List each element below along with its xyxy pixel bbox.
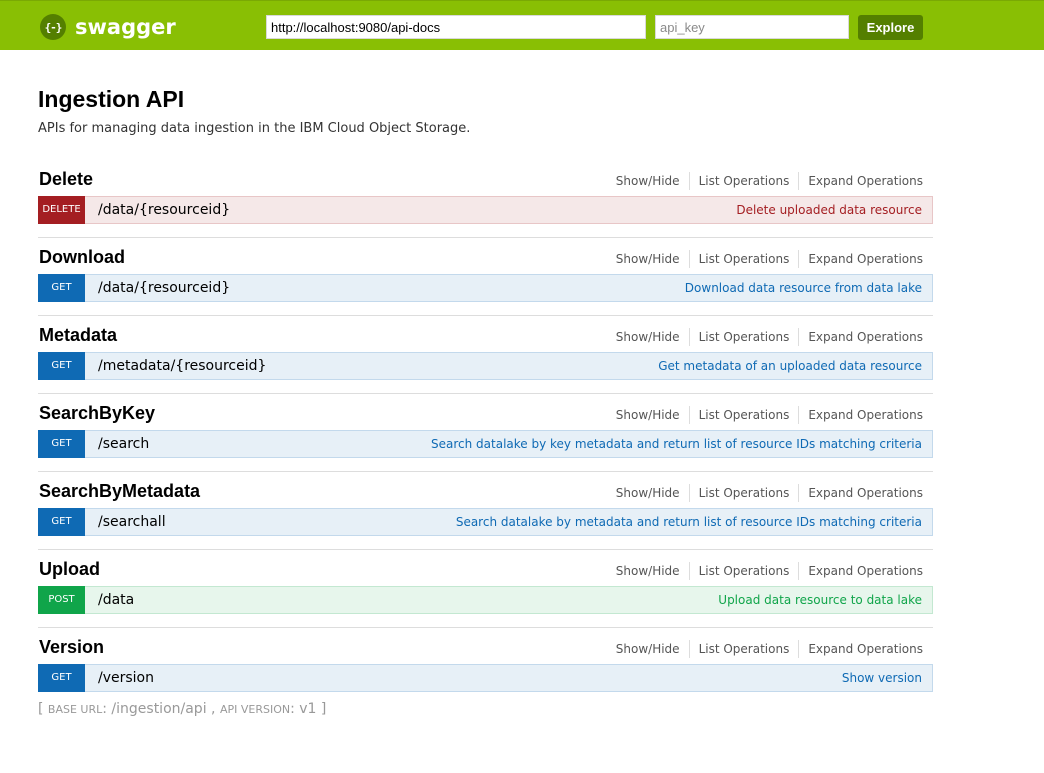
list-operations-link[interactable]: List Operations xyxy=(690,328,799,346)
show-hide-link[interactable]: Show/Hide xyxy=(616,640,689,658)
operation-path[interactable]: /searchall xyxy=(98,514,166,530)
operation-row[interactable]: GET/search Search datalake by key metadat… xyxy=(38,429,933,458)
resource-download: Download Show/Hide List Operations Expand O… xyxy=(38,237,933,315)
expand-operations-link[interactable]: Expand Operations xyxy=(799,250,923,268)
api-version-value: v1 xyxy=(299,701,317,717)
operation-row[interactable]: GET/metadata/{resourceid} Get metadata of… xyxy=(38,351,933,380)
footer-open-bracket: [ xyxy=(38,701,44,717)
expand-operations-link[interactable]: Expand Operations xyxy=(799,328,923,346)
expand-operations-link[interactable]: Expand Operations xyxy=(799,562,923,580)
resource-name[interactable]: Upload xyxy=(39,558,100,580)
operation-summary[interactable]: Delete uploaded data resource xyxy=(736,203,922,217)
base-url-value: /ingestion/api xyxy=(111,701,207,717)
api-footer: [ base url: /ingestion/api , api version… xyxy=(38,701,327,717)
show-hide-link[interactable]: Show/Hide xyxy=(616,172,689,190)
api-key-input[interactable] xyxy=(655,15,849,39)
resource-links: Show/Hide List Operations Expand Operation… xyxy=(616,172,923,190)
api-version-label: api version xyxy=(219,703,291,716)
resource-version: Version Show/Hide List Operations Expand Op… xyxy=(38,627,933,705)
resource-header: Upload Show/Hide List Operations Expand Ope… xyxy=(39,558,933,580)
resource-links: Show/Hide List Operations Expand Operation… xyxy=(616,328,923,346)
show-hide-link[interactable]: Show/Hide xyxy=(616,328,689,346)
http-method-badge[interactable]: DELETE xyxy=(38,195,85,224)
operation-summary[interactable]: Download data resource from data lake xyxy=(685,281,922,295)
operation-path[interactable]: /data xyxy=(98,592,134,608)
footer-close-bracket: ] xyxy=(320,701,327,717)
show-hide-link[interactable]: Show/Hide xyxy=(616,562,689,580)
resource-header: Download Show/Hide List Operations Expand O… xyxy=(39,246,933,268)
operation-path[interactable]: /version xyxy=(98,670,154,686)
list-operations-link[interactable]: List Operations xyxy=(690,640,799,658)
resource-metadata: Metadata Show/Hide List Operations Expand O… xyxy=(38,315,933,393)
resource-header: SearchByKey Show/Hide List Operations Expan… xyxy=(39,402,933,424)
operation-row[interactable]: DELETE/data/{resourceid} Delete uploaded … xyxy=(38,195,933,224)
resource-name[interactable]: Version xyxy=(39,636,104,658)
list-operations-link[interactable]: List Operations xyxy=(690,250,799,268)
swagger-logo-text: swagger xyxy=(75,15,176,39)
operation-summary[interactable]: Show version xyxy=(842,671,922,685)
resource-list: Delete Show/Hide List Operations Expand Ope… xyxy=(38,160,933,705)
resource-searchbykey: SearchByKey Show/Hide List Operations Expan… xyxy=(38,393,933,471)
operation-row[interactable]: GET/data/{resourceid} Download data resou… xyxy=(38,273,933,302)
resource-name[interactable]: Delete xyxy=(39,168,93,190)
operation-row[interactable]: GET/version Show version xyxy=(38,663,933,692)
resource-name[interactable]: Metadata xyxy=(39,324,117,346)
base-url-label: base url xyxy=(47,703,103,716)
operation-summary[interactable]: Upload data resource to data lake xyxy=(718,593,922,607)
http-method-badge[interactable]: GET xyxy=(38,351,85,380)
resource-delete: Delete Show/Hide List Operations Expand Ope… xyxy=(38,160,933,237)
explore-button[interactable]: Explore xyxy=(858,15,923,40)
operation-summary[interactable]: Get metadata of an uploaded data resourc… xyxy=(658,359,922,373)
http-method-badge[interactable]: GET xyxy=(38,507,85,536)
expand-operations-link[interactable]: Expand Operations xyxy=(799,484,923,502)
expand-operations-link[interactable]: Expand Operations xyxy=(799,172,923,190)
resource-upload: Upload Show/Hide List Operations Expand Ope… xyxy=(38,549,933,627)
show-hide-link[interactable]: Show/Hide xyxy=(616,484,689,502)
operation-path[interactable]: /data/{resourceid} xyxy=(98,280,230,296)
list-operations-link[interactable]: List Operations xyxy=(690,172,799,190)
http-method-badge[interactable]: POST xyxy=(38,585,85,614)
expand-operations-link[interactable]: Expand Operations xyxy=(799,406,923,424)
swagger-logo-icon: {-} xyxy=(40,14,66,40)
expand-operations-link[interactable]: Expand Operations xyxy=(799,640,923,658)
http-method-badge[interactable]: GET xyxy=(38,273,85,302)
header-bar: {-} swagger Explore xyxy=(0,0,1044,50)
resource-name[interactable]: Download xyxy=(39,246,125,268)
resource-name[interactable]: SearchByKey xyxy=(39,402,155,424)
resource-header: Delete Show/Hide List Operations Expand Ope… xyxy=(39,168,933,190)
list-operations-link[interactable]: List Operations xyxy=(690,562,799,580)
operation-path[interactable]: /search xyxy=(98,436,149,452)
show-hide-link[interactable]: Show/Hide xyxy=(616,406,689,424)
resource-header: Metadata Show/Hide List Operations Expand O… xyxy=(39,324,933,346)
api-description: APIs for managing data ingestion in the … xyxy=(38,121,471,136)
list-operations-link[interactable]: List Operations xyxy=(690,484,799,502)
resource-name[interactable]: SearchByMetadata xyxy=(39,480,200,502)
http-method-badge[interactable]: GET xyxy=(38,663,85,692)
operation-path[interactable]: /metadata/{resourceid} xyxy=(98,358,266,374)
operation-summary[interactable]: Search datalake by metadata and return l… xyxy=(456,515,922,529)
operation-row[interactable]: GET/searchall Search datalake by metadata… xyxy=(38,507,933,536)
resource-header: SearchByMetadata Show/Hide List Operations… xyxy=(39,480,933,502)
resource-links: Show/Hide List Operations Expand Operation… xyxy=(616,640,923,658)
api-url-input[interactable] xyxy=(266,15,646,39)
swagger-logo[interactable]: {-} swagger xyxy=(40,14,176,40)
operation-row[interactable]: POST/data Upload data resource to data la… xyxy=(38,585,933,614)
resource-links: Show/Hide List Operations Expand Operation… xyxy=(616,562,923,580)
resource-header: Version Show/Hide List Operations Expand Op… xyxy=(39,636,933,658)
http-method-badge[interactable]: GET xyxy=(38,429,85,458)
operation-path[interactable]: /data/{resourceid} xyxy=(98,202,230,218)
api-title: Ingestion API xyxy=(38,86,185,112)
operation-summary[interactable]: Search datalake by key metadata and retu… xyxy=(431,437,922,451)
list-operations-link[interactable]: List Operations xyxy=(690,406,799,424)
resource-links: Show/Hide List Operations Expand Operation… xyxy=(616,250,923,268)
api-info: Ingestion API APIs for managing data ing… xyxy=(38,86,470,136)
resource-links: Show/Hide List Operations Expand Operation… xyxy=(616,406,923,424)
resource-links: Show/Hide List Operations Expand Operation… xyxy=(616,484,923,502)
resource-searchbymetadata: SearchByMetadata Show/Hide List Operations… xyxy=(38,471,933,549)
show-hide-link[interactable]: Show/Hide xyxy=(616,250,689,268)
